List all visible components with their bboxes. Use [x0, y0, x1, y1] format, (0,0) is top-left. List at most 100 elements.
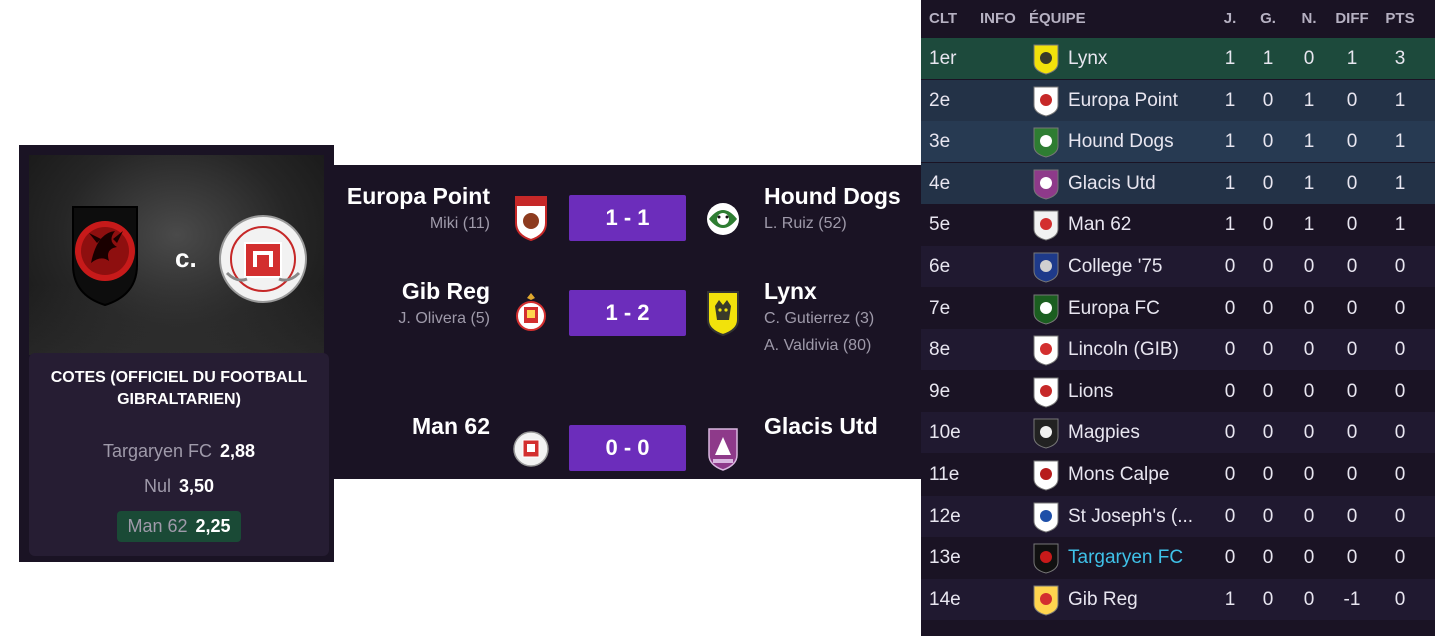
won-cell: 0: [1262, 422, 1274, 444]
col-won-header[interactable]: G.: [1248, 10, 1288, 27]
away-team-block: Hound Dogs L. Ruiz (52): [764, 182, 901, 237]
col-diff-header[interactable]: DIFF: [1332, 10, 1372, 27]
played-cell: 0: [1224, 547, 1236, 569]
match-odds-panel: c. COTES (OFFICIEL DU FOOTBALL GIBRALTAR…: [19, 145, 334, 562]
points-cell: 1: [1394, 172, 1406, 194]
home-team-name[interactable]: Europa Point: [347, 182, 490, 210]
table-row[interactable]: 1er 1 1 0 1 3 Lynx: [921, 38, 1435, 79]
position-cell: 5e: [929, 214, 951, 236]
table-row[interactable]: 3e 1 0 1 0 1 Hound Dogs: [921, 121, 1435, 163]
table-row[interactable]: 4e 1 0 1 0 1 Glacis Utd: [921, 162, 1435, 204]
team-name-link[interactable]: Targaryen FC: [1068, 547, 1183, 569]
drawn-cell: 0: [1303, 380, 1315, 402]
played-cell: 1: [1224, 172, 1236, 194]
col-info-header[interactable]: INFO: [980, 10, 1016, 27]
table-row[interactable]: 8e 0 0 0 0 0 Lincoln (GIB): [921, 329, 1435, 371]
won-cell: 0: [1262, 547, 1274, 569]
team-name-link[interactable]: Hound Dogs: [1068, 131, 1174, 153]
score-button[interactable]: 1 - 1: [569, 195, 686, 241]
team-name-link[interactable]: Europa FC: [1068, 298, 1160, 320]
table-row[interactable]: 14e 1 0 0 -1 0 Gib Reg: [921, 578, 1435, 620]
table-row[interactable]: 5e 1 0 1 0 1 Man 62: [921, 204, 1435, 245]
lynx-crest-icon: [707, 291, 739, 336]
man-62-crest-icon: [219, 215, 307, 303]
away-scorer: C. Gutierrez (3): [764, 310, 875, 327]
table-row[interactable]: 12e 0 0 0 0 0 St Joseph's (...: [921, 495, 1435, 537]
fixture-row[interactable]: Man 62 0 - 0 Glacis Utd: [333, 412, 921, 472]
team-name-link[interactable]: St Joseph's (...: [1068, 506, 1193, 528]
table-row[interactable]: 11e 0 0 0 0 0 Mons Calpe: [921, 454, 1435, 495]
team-name-link[interactable]: Europa Point: [1068, 90, 1178, 112]
europa-point-crest-icon: [515, 196, 547, 241]
odds-row-away: Man 62 2,25: [29, 511, 329, 542]
fixture-row[interactable]: Europa Point Miki (11) 1 - 1 Hound Dogs …: [333, 182, 921, 242]
home-team-name[interactable]: Man 62: [412, 412, 490, 440]
team-crest-icon: [1033, 252, 1059, 283]
away-team-name[interactable]: Lynx: [764, 277, 874, 305]
versus-label: c.: [175, 243, 197, 273]
team-name-link[interactable]: Man 62: [1068, 214, 1131, 236]
home-team-name[interactable]: Gib Reg: [398, 277, 490, 305]
home-scorer: Miki (11): [429, 215, 490, 232]
team-name-link[interactable]: College '75: [1068, 256, 1162, 278]
score-button[interactable]: 1 - 2: [569, 290, 686, 336]
position-cell: 7e: [929, 297, 951, 319]
position-cell: 6e: [929, 256, 951, 277]
table-row[interactable]: 13e 0 0 0 0 0 Targaryen FC: [921, 537, 1435, 578]
table-row[interactable]: 6e 0 0 0 0 0 College '75: [921, 246, 1435, 287]
won-cell: 0: [1262, 256, 1274, 277]
table-row[interactable]: 2e 1 0 1 0 1 Europa Point: [921, 79, 1435, 121]
team-crest-icon: [1033, 377, 1059, 408]
goal-diff-cell: 0: [1346, 131, 1358, 153]
team-name-link[interactable]: Gib Reg: [1068, 589, 1138, 611]
table-row[interactable]: 10e 0 0 0 0 0 Magpies: [921, 412, 1435, 454]
won-cell: 0: [1262, 172, 1274, 194]
table-row[interactable]: 7e 0 0 0 0 0 Europa FC: [921, 288, 1435, 329]
points-cell: 1: [1394, 89, 1406, 111]
position-cell: 8e: [929, 339, 951, 361]
goal-diff-cell: 0: [1346, 464, 1358, 485]
col-points-header[interactable]: PTS: [1380, 10, 1420, 27]
team-name-link[interactable]: Glacis Utd: [1068, 173, 1156, 195]
drawn-cell: 0: [1303, 505, 1315, 527]
col-team-header[interactable]: ÉQUIPE: [1029, 10, 1086, 27]
team-name-link[interactable]: Lynx: [1068, 48, 1107, 70]
team-crest-icon: [1033, 210, 1059, 241]
won-cell: 0: [1262, 464, 1274, 485]
drawn-cell: 1: [1303, 89, 1315, 111]
table-row[interactable]: 9e 0 0 0 0 0 Lions: [921, 371, 1435, 412]
drawn-cell: 1: [1303, 131, 1315, 153]
drawn-cell: 0: [1303, 339, 1315, 361]
col-played-header[interactable]: J.: [1210, 10, 1250, 27]
team-crest-icon: [1033, 543, 1059, 574]
position-cell: 12e: [929, 505, 961, 527]
points-cell: 1: [1394, 131, 1406, 153]
glacis-utd-crest-icon: [708, 428, 738, 471]
score-button[interactable]: 0 - 0: [569, 425, 686, 471]
away-scorer: L. Ruiz (52): [764, 215, 847, 232]
goal-diff-cell: 0: [1346, 339, 1358, 361]
team-crest-icon: [1033, 127, 1059, 158]
away-team-name[interactable]: Glacis Utd: [764, 412, 878, 440]
odds-label: Man 62: [127, 516, 188, 536]
away-scorer: A. Valdivia (80): [764, 337, 872, 354]
team-crest-icon: [1033, 585, 1059, 616]
points-cell: 0: [1394, 505, 1406, 527]
fixture-row[interactable]: Gib Reg J. Olivera (5) 1 - 2 Lynx C. Gut…: [333, 277, 921, 354]
goal-diff-cell: 0: [1346, 380, 1358, 402]
drawn-cell: 0: [1303, 256, 1315, 277]
team-name-link[interactable]: Lincoln (GIB): [1068, 339, 1179, 361]
away-team-name[interactable]: Hound Dogs: [764, 182, 901, 210]
team-name-link[interactable]: Magpies: [1068, 422, 1140, 444]
odds-title: COTES (OFFICIEL DU FOOTBALL GIBRALTARIEN…: [50, 369, 308, 408]
position-cell: 3e: [929, 131, 951, 153]
col-position-header[interactable]: CLT: [929, 10, 957, 27]
odds-value: 3,50: [178, 476, 215, 496]
team-crest-icon: [1033, 460, 1059, 491]
won-cell: 0: [1262, 89, 1274, 111]
drawn-cell: 1: [1303, 172, 1315, 194]
team-name-link[interactable]: Mons Calpe: [1068, 464, 1169, 486]
gib-reg-crest-icon: [516, 293, 546, 331]
team-name-link[interactable]: Lions: [1068, 381, 1113, 403]
col-drawn-header[interactable]: N.: [1289, 10, 1329, 27]
